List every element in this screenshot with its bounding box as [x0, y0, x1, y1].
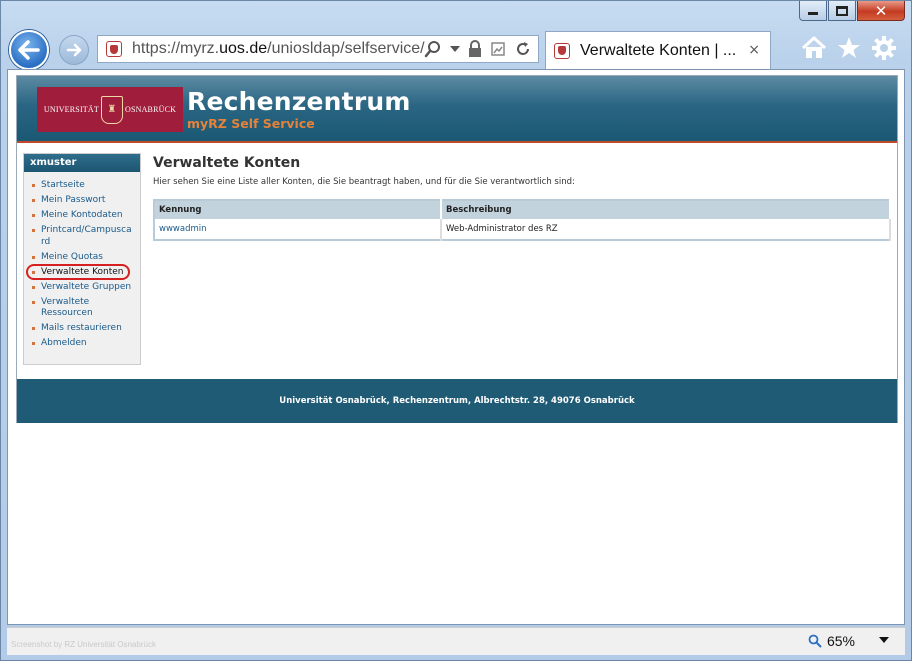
sidebar-item-mein-passwort[interactable]: Mein Passwort [24, 195, 140, 207]
url-text[interactable]: https://myrz.uos.de/uniosldap/selfservic… [132, 40, 425, 58]
sidebar-item-mails-restaurieren[interactable]: Mails restaurieren [24, 323, 140, 335]
sidebar-item-meine-quotas[interactable]: Meine Quotas [24, 252, 140, 264]
settings-icon[interactable] [871, 35, 897, 66]
address-bar[interactable]: https://myrz.uos.de/uniosldap/selfservic… [97, 35, 539, 63]
tab-favicon-icon [554, 42, 570, 59]
zoom-level: 65% [826, 633, 855, 649]
main-content: Verwaltete Konten Hier sehen Sie eine Li… [153, 155, 893, 241]
minimize-icon [808, 12, 818, 15]
sidebar: xmuster Startseite Mein Passwort Meine K… [23, 153, 141, 365]
logo-text-left: UNIVERSITÄT [43, 105, 99, 114]
close-icon: ✕ [874, 1, 888, 20]
url-path: /uniosldap/selfservice/ [267, 40, 425, 57]
table-row: wwwadmin Web-Administrator des RZ [154, 219, 891, 240]
crest-icon: ♜ [100, 95, 123, 124]
table-header-row: Kennung Beschreibung [154, 200, 891, 219]
sidebar-username: xmuster [24, 154, 140, 172]
url-domain: uos.de [219, 40, 268, 57]
accounts-table: Kennung Beschreibung wwwadmin Web-Admini… [153, 199, 891, 241]
browser-toolbar-icons [801, 35, 897, 66]
zoom-control[interactable]: 65% [808, 633, 855, 649]
home-icon[interactable] [801, 36, 827, 65]
cell-kennung[interactable]: wwwadmin [154, 219, 442, 240]
sidebar-item-verwaltete-ressourcen[interactable]: Verwaltete Ressourcen [24, 297, 114, 320]
tab-close-button[interactable]: × [748, 42, 760, 58]
address-bar-icons [424, 39, 532, 59]
sidebar-item-verwaltete-gruppen[interactable]: Verwaltete Gruppen [24, 282, 140, 294]
site-header: UNIVERSITÄT ♜ OSNABRÜCK Rechenzentrum my… [17, 76, 897, 143]
cell-beschreibung: Web-Administrator des RZ [441, 219, 891, 240]
forward-icon [66, 43, 82, 57]
page-title: Verwaltete Konten [153, 155, 301, 171]
refresh-icon[interactable] [514, 39, 532, 59]
navigation-bar: https://myrz.uos.de/uniosldap/selfservic… [7, 29, 905, 70]
intro-text: Hier sehen Sie eine Liste aller Konten, … [153, 177, 575, 187]
url-prefix: https://myrz. [132, 40, 220, 57]
forward-button[interactable] [59, 35, 89, 65]
university-logo[interactable]: UNIVERSITÄT ♜ OSNABRÜCK [37, 87, 183, 132]
sidebar-item-meine-kontodaten[interactable]: Meine Kontodaten [24, 210, 140, 222]
tab-title: Verwaltete Konten | ... [580, 41, 737, 59]
zoom-dropdown-icon[interactable] [879, 637, 889, 643]
maximize-icon [836, 5, 848, 16]
page-viewport: UNIVERSITÄT ♜ OSNABRÜCK Rechenzentrum my… [7, 69, 905, 625]
site-title: Rechenzentrum [187, 87, 411, 116]
logo-text-right: OSNABRÜCK [124, 105, 177, 114]
back-icon [18, 40, 40, 60]
maximize-button[interactable] [828, 1, 856, 21]
tab-verwaltete-konten[interactable]: Verwaltete Konten | ... × [545, 31, 771, 69]
favorites-icon[interactable] [837, 36, 861, 65]
watermark-text: Screenshot by RZ Universität Osnabrück [11, 640, 156, 649]
sidebar-item-abmelden[interactable]: Abmelden [24, 338, 140, 350]
lock-icon[interactable] [468, 39, 482, 59]
search-icon[interactable] [424, 39, 442, 59]
window-controls: ✕ [799, 1, 905, 23]
column-header-beschreibung[interactable]: Beschreibung [441, 200, 891, 219]
site-subtitle: myRZ Self Service [187, 116, 315, 131]
browser-window: ✕ https://myrz.uos.de/uniosldap/selfserv… [0, 0, 912, 661]
site-favicon-icon [106, 41, 122, 57]
site-footer: Universität Osnabrück, Rechenzentrum, Al… [17, 379, 897, 423]
zoom-icon [808, 634, 822, 648]
sidebar-item-printcard[interactable]: Printcard/Campuscard [24, 225, 134, 248]
dropdown-icon[interactable] [450, 39, 460, 59]
compat-icon[interactable] [490, 39, 506, 59]
status-bar: Screenshot by RZ Universität Osnabrück 6… [7, 627, 905, 655]
webpage: UNIVERSITÄT ♜ OSNABRÜCK Rechenzentrum my… [16, 75, 898, 423]
close-window-button[interactable]: ✕ [857, 1, 905, 21]
sidebar-item-startseite[interactable]: Startseite [24, 180, 140, 192]
minimize-button[interactable] [799, 1, 827, 21]
back-button[interactable] [9, 30, 49, 70]
column-header-kennung[interactable]: Kennung [154, 200, 442, 219]
highlight-annotation [26, 264, 130, 280]
